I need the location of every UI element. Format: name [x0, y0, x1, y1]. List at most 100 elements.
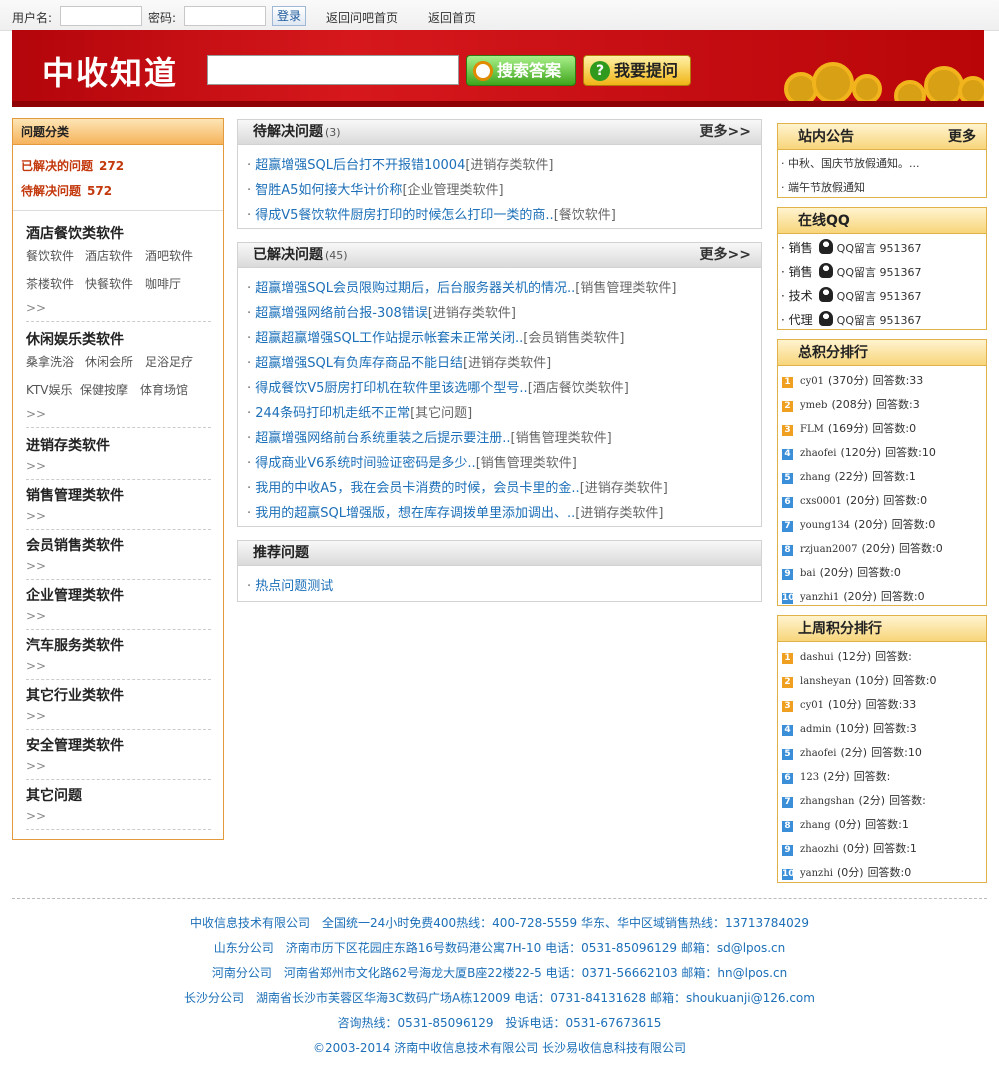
sub-category-link[interactable]: 体育场馆	[140, 381, 188, 398]
list-item[interactable]: · 代理 QQ留言 951367	[781, 311, 921, 328]
category-more-link[interactable]: >>	[26, 509, 46, 523]
question-category[interactable]: [进销存类软件]	[575, 506, 663, 521]
list-item[interactable]: · 技术 QQ留言 951367	[781, 287, 921, 304]
list-item[interactable]: · 销售 QQ留言 951367	[781, 239, 921, 256]
rank-user-link[interactable]: dashui	[800, 652, 834, 663]
question-category[interactable]: [进销存类软件]	[465, 158, 553, 173]
username-input[interactable]	[60, 6, 142, 26]
question-link[interactable]: 超赢超赢增强SQL工作站提示帐套未正常关闭..	[255, 331, 523, 346]
category-more-link[interactable]: >>	[26, 459, 46, 473]
pending-more-link[interactable]: 更多>>	[700, 120, 751, 145]
password-input[interactable]	[184, 6, 266, 26]
rank-user-link[interactable]: bai	[800, 568, 816, 579]
list-item[interactable]: · 中秋、国庆节放假通知。...	[781, 155, 920, 171]
rank-user-link[interactable]: ymeb	[800, 400, 827, 411]
category-more-link[interactable]: >>	[26, 407, 46, 421]
sub-category-link[interactable]: KTV娱乐	[26, 381, 72, 398]
sub-category-link[interactable]: 餐饮软件	[26, 247, 74, 264]
rank-user-link[interactable]: FLM	[800, 424, 824, 435]
category-title[interactable]: 汽车服务类软件	[26, 635, 211, 655]
question-link[interactable]: 得成餐饮V5厨房打印机在软件里该选哪个型号..	[255, 381, 527, 396]
solved-more-link[interactable]: 更多>>	[700, 243, 751, 268]
question-link[interactable]: 超赢增强SQL后台打不开报错10004	[255, 158, 465, 173]
rank-user-link[interactable]: zhaofei	[800, 748, 837, 759]
site-logo[interactable]: 中收知道	[42, 48, 178, 94]
question-link[interactable]: 智胜A5如何接大华计价称	[255, 183, 402, 198]
question-category[interactable]: [餐饮软件]	[554, 208, 616, 223]
category-title[interactable]: 休闲娱乐类软件	[26, 329, 211, 349]
rank-user-link[interactable]: zhaofei	[800, 448, 837, 459]
question-icon: ?	[590, 61, 610, 81]
category-more-link[interactable]: >>	[26, 659, 46, 673]
question-link[interactable]: 超赢增强SQL有负库存商品不能日结	[255, 356, 463, 371]
search-answer-button[interactable]: 搜索答案	[466, 55, 576, 86]
category-more-link[interactable]: >>	[26, 759, 46, 773]
question-link[interactable]: 我用的超赢SQL增强版，想在库存调拨单里添加调出、..	[255, 506, 575, 521]
rank-user-link[interactable]: yanzhi	[800, 868, 833, 879]
rank-user-link[interactable]: yanzhi1	[800, 592, 839, 603]
sub-category-link[interactable]: 快餐软件	[85, 275, 133, 292]
rank-user-link[interactable]: cy01	[800, 376, 824, 387]
rank-user-link[interactable]: 123	[800, 772, 819, 783]
category-title[interactable]: 酒店餐饮类软件	[26, 223, 211, 243]
sub-category-link[interactable]: 咖啡厅	[145, 275, 181, 292]
sub-category-link[interactable]: 休闲会所	[85, 353, 133, 370]
category-title[interactable]: 安全管理类软件	[26, 735, 211, 755]
back-home-link[interactable]: 返回首页	[428, 9, 476, 26]
question-category[interactable]: [企业管理类软件]	[402, 183, 503, 198]
sub-category-link[interactable]: 足浴足疗	[145, 353, 193, 370]
question-link[interactable]: 热点问题测试	[255, 579, 333, 594]
question-category[interactable]: [进销存类软件]	[580, 481, 668, 496]
solved-count-link[interactable]: 已解决的问题 272	[21, 157, 124, 174]
back-qa-home-link[interactable]: 返回问吧首页	[326, 9, 398, 26]
question-category[interactable]: [会员销售类软件]	[523, 331, 624, 346]
category-title[interactable]: 销售管理类软件	[26, 485, 211, 505]
sub-category-link[interactable]: 酒店软件	[85, 247, 133, 264]
list-item[interactable]: · 端午节放假通知	[781, 179, 865, 195]
category-title[interactable]: 其它问题	[26, 785, 211, 805]
category-more-link[interactable]: >>	[26, 809, 46, 823]
rank-user-link[interactable]: cxs0001	[800, 496, 842, 507]
question-category[interactable]: [销售管理类软件]	[476, 456, 577, 471]
question-link[interactable]: 我用的中收A5，我在会员卡消费的时候，会员卡里的金..	[255, 481, 579, 496]
rank-user-link[interactable]: young134	[800, 520, 850, 531]
rank-user-link[interactable]: lansheyan	[800, 676, 851, 687]
category-more-link[interactable]: >>	[26, 609, 46, 623]
category-more-link[interactable]: >>	[26, 709, 46, 723]
list-item[interactable]: · 销售 QQ留言 951367	[781, 263, 921, 280]
question-category[interactable]: [进销存类软件]	[428, 306, 516, 321]
rank-user-link[interactable]: admin	[800, 724, 831, 735]
rank-user-link[interactable]: rzjuan2007	[800, 544, 857, 555]
sub-category-link[interactable]: 酒吧软件	[145, 247, 193, 264]
sub-category-link[interactable]: 保健按摩	[80, 381, 128, 398]
category-title[interactable]: 会员销售类软件	[26, 535, 211, 555]
ask-question-button[interactable]: ? 我要提问	[583, 55, 691, 86]
rank-user-link[interactable]: zhaozhi	[800, 844, 839, 855]
rank-user-link[interactable]: zhang	[800, 472, 831, 483]
category-more-link[interactable]: >>	[26, 559, 46, 573]
sub-category-link[interactable]: 茶楼软件	[26, 275, 74, 292]
question-link[interactable]: 超赢增强网络前台系统重装之后提示要注册..	[255, 431, 510, 446]
question-link[interactable]: 得成商业V6系统时间验证密码是多少..	[255, 456, 475, 471]
pending-count-link[interactable]: 待解决问题 572	[21, 182, 112, 199]
category-more-link[interactable]: >>	[26, 301, 46, 315]
rank-user-link[interactable]: cy01	[800, 700, 824, 711]
question-category[interactable]: [其它问题]	[410, 406, 472, 421]
notice-more-link[interactable]: 更多	[948, 124, 976, 150]
question-category[interactable]: [进销存类软件]	[463, 356, 551, 371]
question-link[interactable]: 得成V5餐饮软件厨房打印的时候怎么打印一类的商..	[255, 208, 553, 223]
category-title[interactable]: 其它行业类软件	[26, 685, 211, 705]
question-category[interactable]: [销售管理类软件]	[511, 431, 612, 446]
question-category[interactable]: [销售管理类软件]	[575, 281, 676, 296]
search-input[interactable]	[207, 55, 459, 85]
question-category[interactable]: [酒店餐饮类软件]	[528, 381, 629, 396]
sub-category-link[interactable]: 桑拿洗浴	[26, 353, 74, 370]
question-link[interactable]: 244条码打印机走纸不正常	[255, 406, 410, 421]
question-link[interactable]: 超赢增强网络前台报-308错误	[255, 306, 428, 321]
question-link[interactable]: 超赢增强SQL会员限购过期后，后台服务器关机的情况..	[255, 281, 575, 296]
rank-user-link[interactable]: zhangshan	[800, 796, 855, 807]
category-title[interactable]: 企业管理类软件	[26, 585, 211, 605]
category-title[interactable]: 进销存类软件	[26, 435, 211, 455]
login-button[interactable]: 登录	[272, 6, 306, 26]
rank-user-link[interactable]: zhang	[800, 820, 831, 831]
